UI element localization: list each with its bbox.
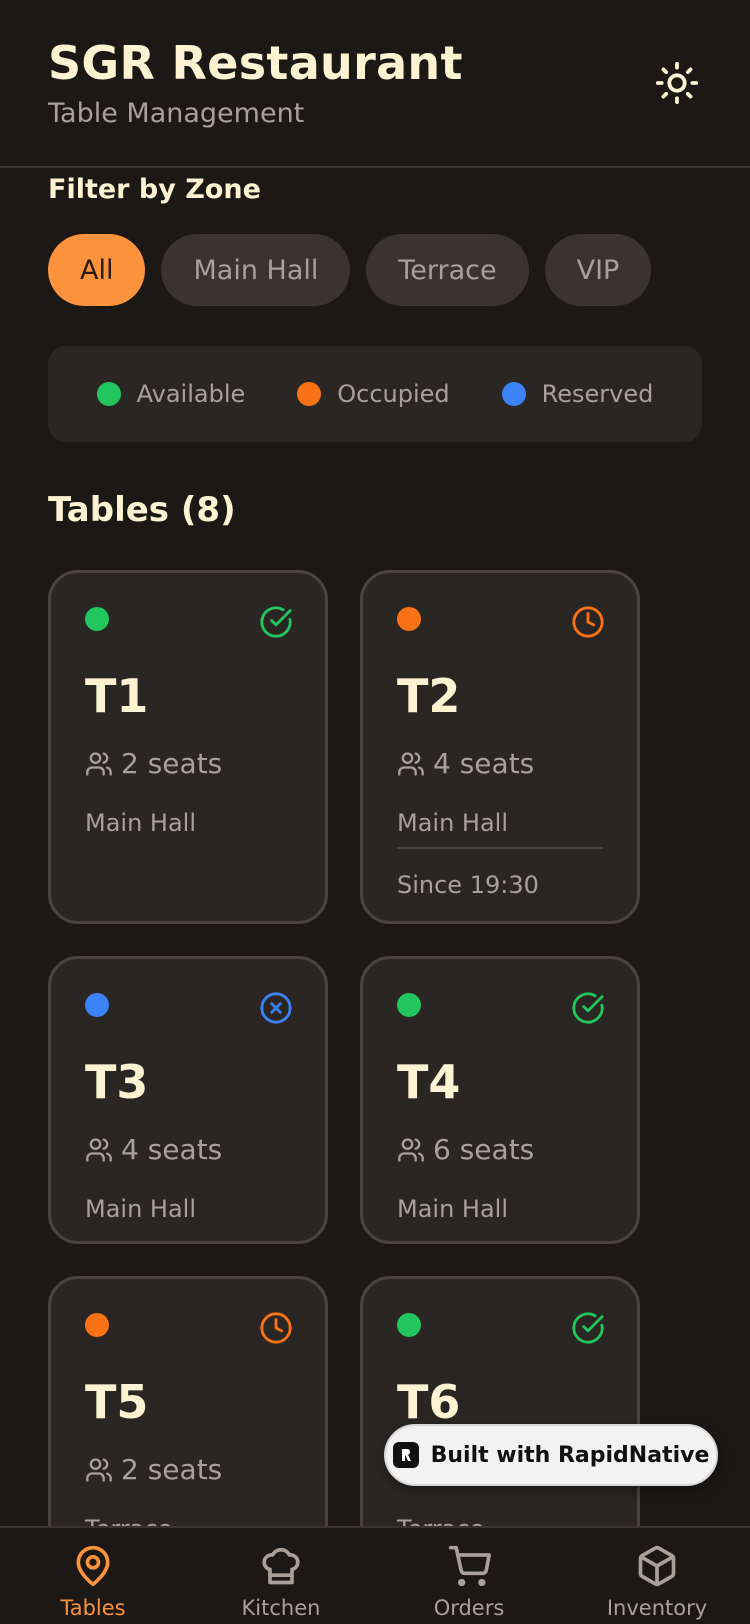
legend-label: Reserved [541,380,654,408]
badge-label: Built with RapidNative [430,1442,710,1468]
clock-icon [572,606,604,638]
check-circle-icon [260,606,292,638]
tab-label: Kitchen [241,1596,321,1620]
table-name: T2 [397,669,461,723]
app-title: SGR Restaurant [48,36,463,90]
status-dot [85,607,109,631]
table-card-t2[interactable]: T2 4 seats Main Hall Since 19:30 [360,570,640,924]
users-icon [86,1137,112,1162]
cart-icon [448,1545,491,1587]
built-with-badge[interactable]: Built with RapidNative [384,1424,718,1486]
legend-label: Available [136,380,246,408]
occupied-dot [297,382,322,406]
users-icon [398,1137,424,1162]
check-circle-icon [572,1312,604,1344]
chip-all[interactable]: All [48,234,146,306]
tab-tables[interactable]: Tables [33,1544,153,1620]
table-name: T3 [85,1055,149,1109]
map-pin-icon [76,1545,110,1587]
occupied-since: Since 19:30 [397,871,539,899]
package-icon [638,1545,676,1587]
seats-label: 2 seats [121,1453,223,1486]
table-zone: Main Hall [397,1195,509,1223]
status-legend: Available Occupied Reserved [48,346,702,442]
seats-label: 2 seats [121,747,223,780]
table-name: T5 [85,1375,149,1429]
sun-icon [655,61,699,105]
chef-hat-icon [262,1547,300,1585]
tab-inventory[interactable]: Inventory [597,1544,717,1620]
status-dot [85,993,109,1017]
tab-orders[interactable]: Orders [409,1544,529,1620]
status-dot [397,993,421,1017]
filter-label: Filter by Zone [48,174,261,205]
table-seats: 6 seats [397,1133,534,1166]
legend-available: Available [96,380,246,408]
tab-kitchen[interactable]: Kitchen [221,1544,341,1620]
chip-main-hall[interactable]: Main Hall [161,234,351,306]
users-icon [398,751,424,776]
table-card-t4[interactable]: T4 6 seats Main Hall [360,956,640,1244]
users-icon [86,1457,112,1482]
app-header: SGR Restaurant Table Management [0,0,750,168]
clock-icon [260,1312,292,1344]
users-icon [86,751,112,776]
table-name: T1 [85,669,149,723]
zone-filter-chips: All Main Hall Terrace VIP [48,234,652,306]
status-dot [397,1313,421,1337]
legend-label: Occupied [337,380,450,408]
card-divider [397,847,603,849]
tab-label: Orders [433,1596,505,1620]
table-name: T4 [397,1055,461,1109]
table-card-t3[interactable]: T3 4 seats Main Hall [48,956,328,1244]
available-dot [96,382,121,406]
seats-label: 6 seats [433,1133,535,1166]
theme-toggle-button[interactable] [652,58,702,108]
tab-label: Inventory [606,1596,708,1620]
table-seats: 2 seats [85,1453,222,1486]
app-subtitle: Table Management [48,98,305,129]
chip-terrace[interactable]: Terrace [366,234,529,306]
table-seats: 2 seats [85,747,222,780]
tables-title: Tables (8) [48,490,236,530]
table-name: T6 [397,1375,461,1429]
x-circle-icon [260,992,292,1024]
legend-occupied: Occupied [297,380,450,408]
tab-label: Tables [60,1596,126,1620]
table-zone: Main Hall [397,809,509,837]
table-seats: 4 seats [85,1133,222,1166]
bottom-tab-bar: Tables Kitchen Orders Inventory [0,1526,750,1624]
check-circle-icon [572,992,604,1024]
seats-label: 4 seats [433,747,535,780]
legend-reserved: Reserved [501,380,654,408]
table-zone: Main Hall [85,1195,197,1223]
chip-vip[interactable]: VIP [544,234,652,306]
table-card-t6[interactable]: T6 Terrace [360,1276,640,1564]
table-zone: Main Hall [85,809,197,837]
rapidnative-logo-icon [392,1442,419,1468]
seats-label: 4 seats [121,1133,223,1166]
table-card-t5[interactable]: T5 2 seats Terrace [48,1276,328,1564]
table-card-t1[interactable]: T1 2 seats Main Hall [48,570,328,924]
status-dot [85,1313,109,1337]
reserved-dot [501,382,526,406]
table-seats: 4 seats [397,747,534,780]
status-dot [397,607,421,631]
